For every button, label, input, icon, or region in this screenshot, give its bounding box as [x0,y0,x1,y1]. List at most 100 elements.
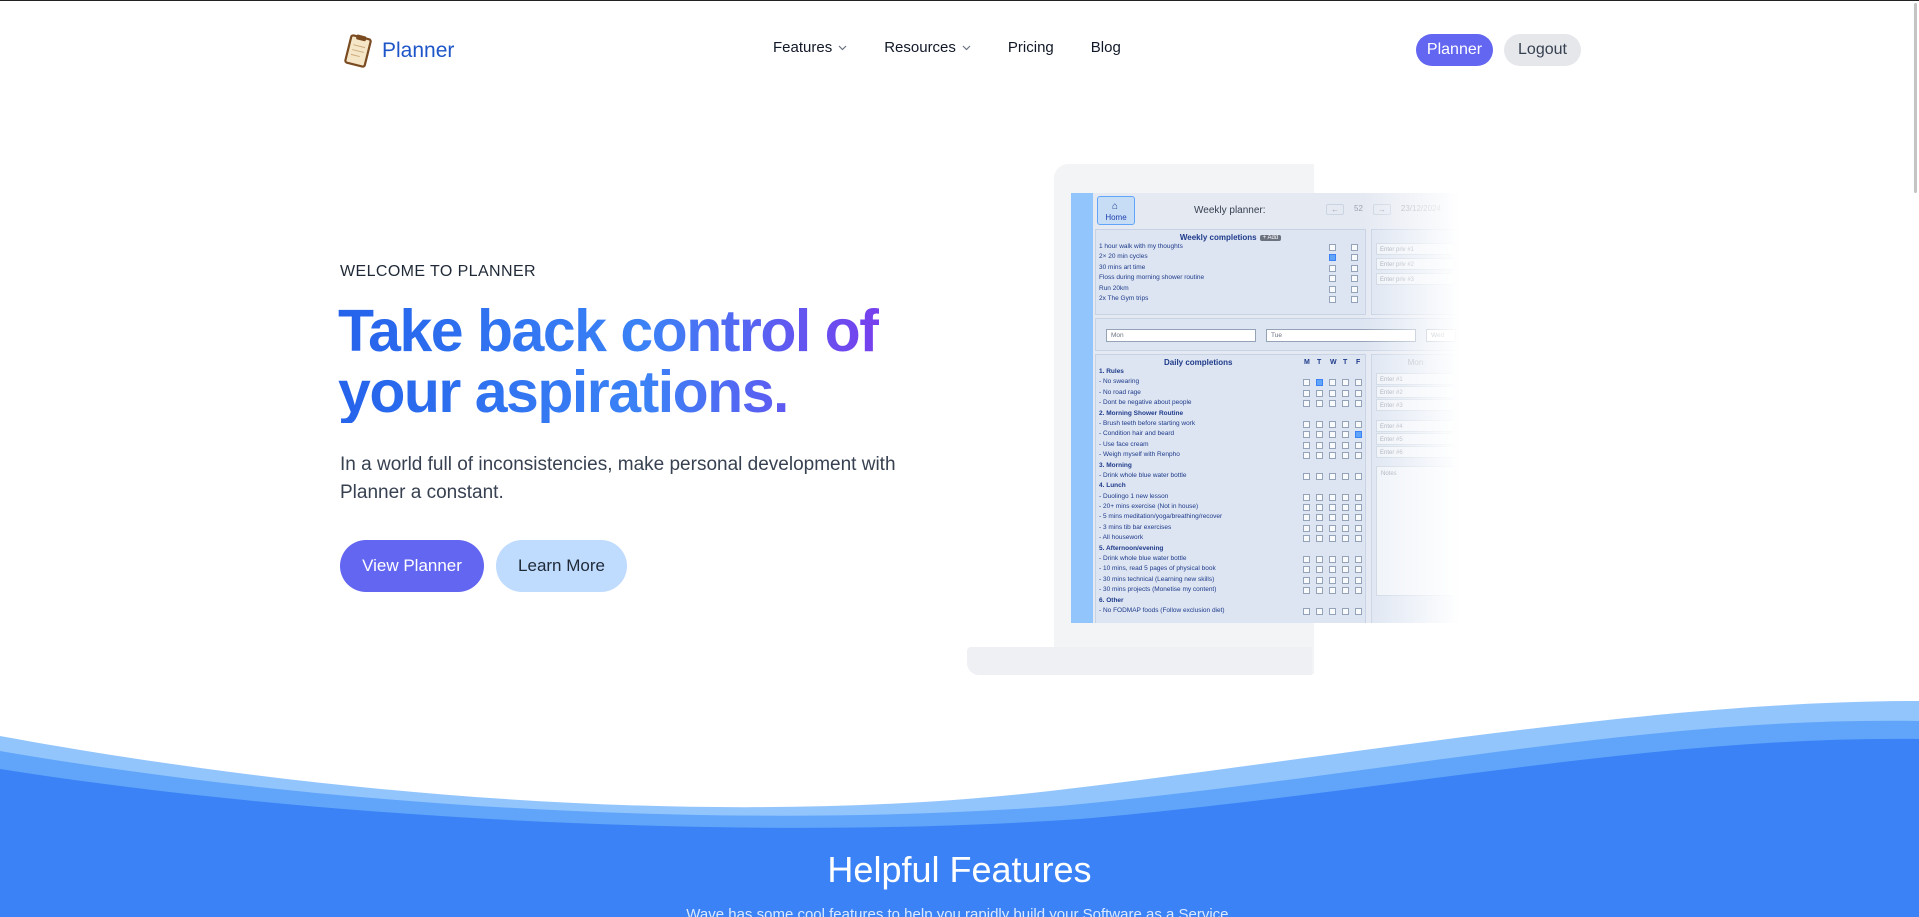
preview-checkbox [1316,566,1323,574]
preview-daily-side: Mon Enter #1 Enter #2 Enter #3 Enter #4 Ente… [1371,354,1460,623]
weekly-item: 1 hour walk with my thoughts [1096,242,1365,252]
preview-checkbox [1303,524,1310,532]
preview-checkbox [1316,524,1323,532]
preview-checkbox [1355,431,1362,439]
preview-title: Weekly planner: [1194,205,1266,216]
preview-checkbox [1303,566,1310,574]
preview-checkbox [1329,420,1336,428]
preview-checkbox [1329,524,1336,532]
preview-daily-panel: Daily completions MTWTF 1. Rules - No swe… [1095,354,1366,623]
daily-item-text: - No swearing [1099,378,1140,386]
daily-rows: 1. Rules - No swearing - No road rage - Don… [1096,367,1365,616]
weekly-item: Floss during morning shower routine [1096,273,1365,283]
preview-checkbox [1355,441,1362,449]
preview-checkbox [1316,452,1323,460]
preview-checkbox [1355,587,1362,595]
daily-section-header: 1. Rules [1096,367,1365,377]
preview-checkbox [1303,607,1310,615]
logout-button[interactable]: Logout [1504,34,1581,66]
daily-placeholder: Enter #3 [1376,399,1455,411]
preview-weekly-panel: Weekly completions + Add 1 hour walk with… [1095,229,1366,315]
preview-weekly-priorities: Enter priv #1 Enter priv #2 Enter priv #3 [1371,229,1460,315]
preview-checkbox [1329,264,1336,272]
preview-checkbox [1342,607,1349,615]
preview-checkbox [1329,275,1336,283]
day-column-header: M [1304,359,1310,366]
daily-item: - Duolingo 1 new lesson [1096,492,1365,502]
daily-item-text: - Dont be negative about people [1099,399,1192,407]
daily-item-text: 2. Morning Shower Routine [1099,409,1184,417]
notes-placeholder: Notes [1381,471,1397,477]
day-column-header: T [1317,359,1322,366]
brand-name: Planner [382,39,455,62]
hero-headline: Take back control of your aspirations. [338,301,898,423]
view-planner-button[interactable]: View Planner [340,540,484,592]
preview-checkbox [1355,504,1362,512]
preview-checkbox [1316,441,1323,449]
preview-day-inputs: Mon Tue Wed [1095,318,1460,351]
preview-checkbox [1316,504,1323,512]
preview-checkbox [1316,556,1323,564]
preview-checkbox [1316,576,1323,584]
nav-item-blog[interactable]: Blog [1091,39,1121,56]
nav-item-pricing[interactable]: Pricing [1008,39,1054,56]
preview-checkbox [1342,400,1349,408]
preview-checkbox [1329,379,1336,387]
daily-placeholder: Enter #2 [1376,386,1455,398]
planner-button[interactable]: Planner [1416,34,1493,66]
preview-checkbox [1355,607,1362,615]
preview-checkbox [1355,400,1362,408]
brand-logo[interactable]: Planner [340,33,454,69]
weekly-item-text: Floss during morning shower routine [1099,274,1205,282]
preview-checkbox [1329,514,1336,522]
preview-checkbox [1316,472,1323,480]
top-navbar: Planner Features Resources Pricing Blog … [0,1,1919,99]
preview-checkbox [1355,535,1362,543]
main-menu: Features Resources Pricing Blog [773,39,1121,56]
daily-item: - All housework [1096,533,1365,543]
preview-checkbox [1351,254,1358,262]
priority-placeholder: Enter priv #1 [1376,243,1455,255]
daily-placeholder: Enter #6 [1376,446,1455,458]
preview-home-button: ⌂ Home [1097,196,1135,225]
preview-checkbox [1351,285,1358,293]
preview-checkbox [1316,493,1323,501]
daily-item-text: - No FODMAP foods (Follow exclusion diet… [1099,606,1225,614]
daily-item: - Use face cream [1096,440,1365,450]
nav-item-features[interactable]: Features [773,39,847,56]
preview-checkbox [1342,514,1349,522]
preview-checkbox [1303,400,1310,408]
learn-more-button[interactable]: Learn More [496,540,627,592]
preview-checkbox [1351,244,1358,251]
daily-item: - 10 mins, read 5 pages of physical book [1096,564,1365,574]
weekly-item-text: 1 hour walk with my thoughts [1099,243,1183,250]
preview-checkbox [1355,576,1362,584]
preview-checkbox [1329,576,1336,584]
features-title: Helpful Features [827,849,1092,890]
preview-checkbox [1303,587,1310,595]
nav-item-resources[interactable]: Resources [884,39,971,56]
preview-date: 23/12/2024 [1400,204,1441,213]
preview-checkbox [1342,420,1349,428]
weekly-item-text: 30 mins art time [1099,263,1146,271]
daily-item: - No FODMAP foods (Follow exclusion diet… [1096,606,1365,616]
preview-checkbox [1329,504,1336,512]
preview-checkbox [1329,535,1336,543]
notes-box: Notes [1376,466,1455,596]
daily-item-text: - Condition hair and beard [1099,430,1175,438]
preview-checkbox [1342,576,1349,584]
priority-placeholder: Enter priv #3 [1376,273,1455,285]
day-column-header: F [1356,359,1361,366]
daily-placeholder: Enter #5 [1376,433,1455,445]
weekly-add-badge: + Add [1259,235,1282,241]
daily-item-text: 1. Rules [1099,368,1124,375]
page-scrollbar[interactable] [1914,3,1917,193]
daily-panel-title: Daily completions [1164,358,1233,367]
nav-item-label: Resources [884,39,956,56]
preview-checkbox [1316,379,1323,387]
preview-checkbox [1355,420,1362,428]
weekly-item: 2× 20 min cycles [1096,252,1365,262]
weekly-item-text: 2x The Gym trips [1099,294,1149,302]
preview-checkbox [1303,504,1310,512]
daily-item-text: - Brush teeth before starting work [1099,419,1196,427]
